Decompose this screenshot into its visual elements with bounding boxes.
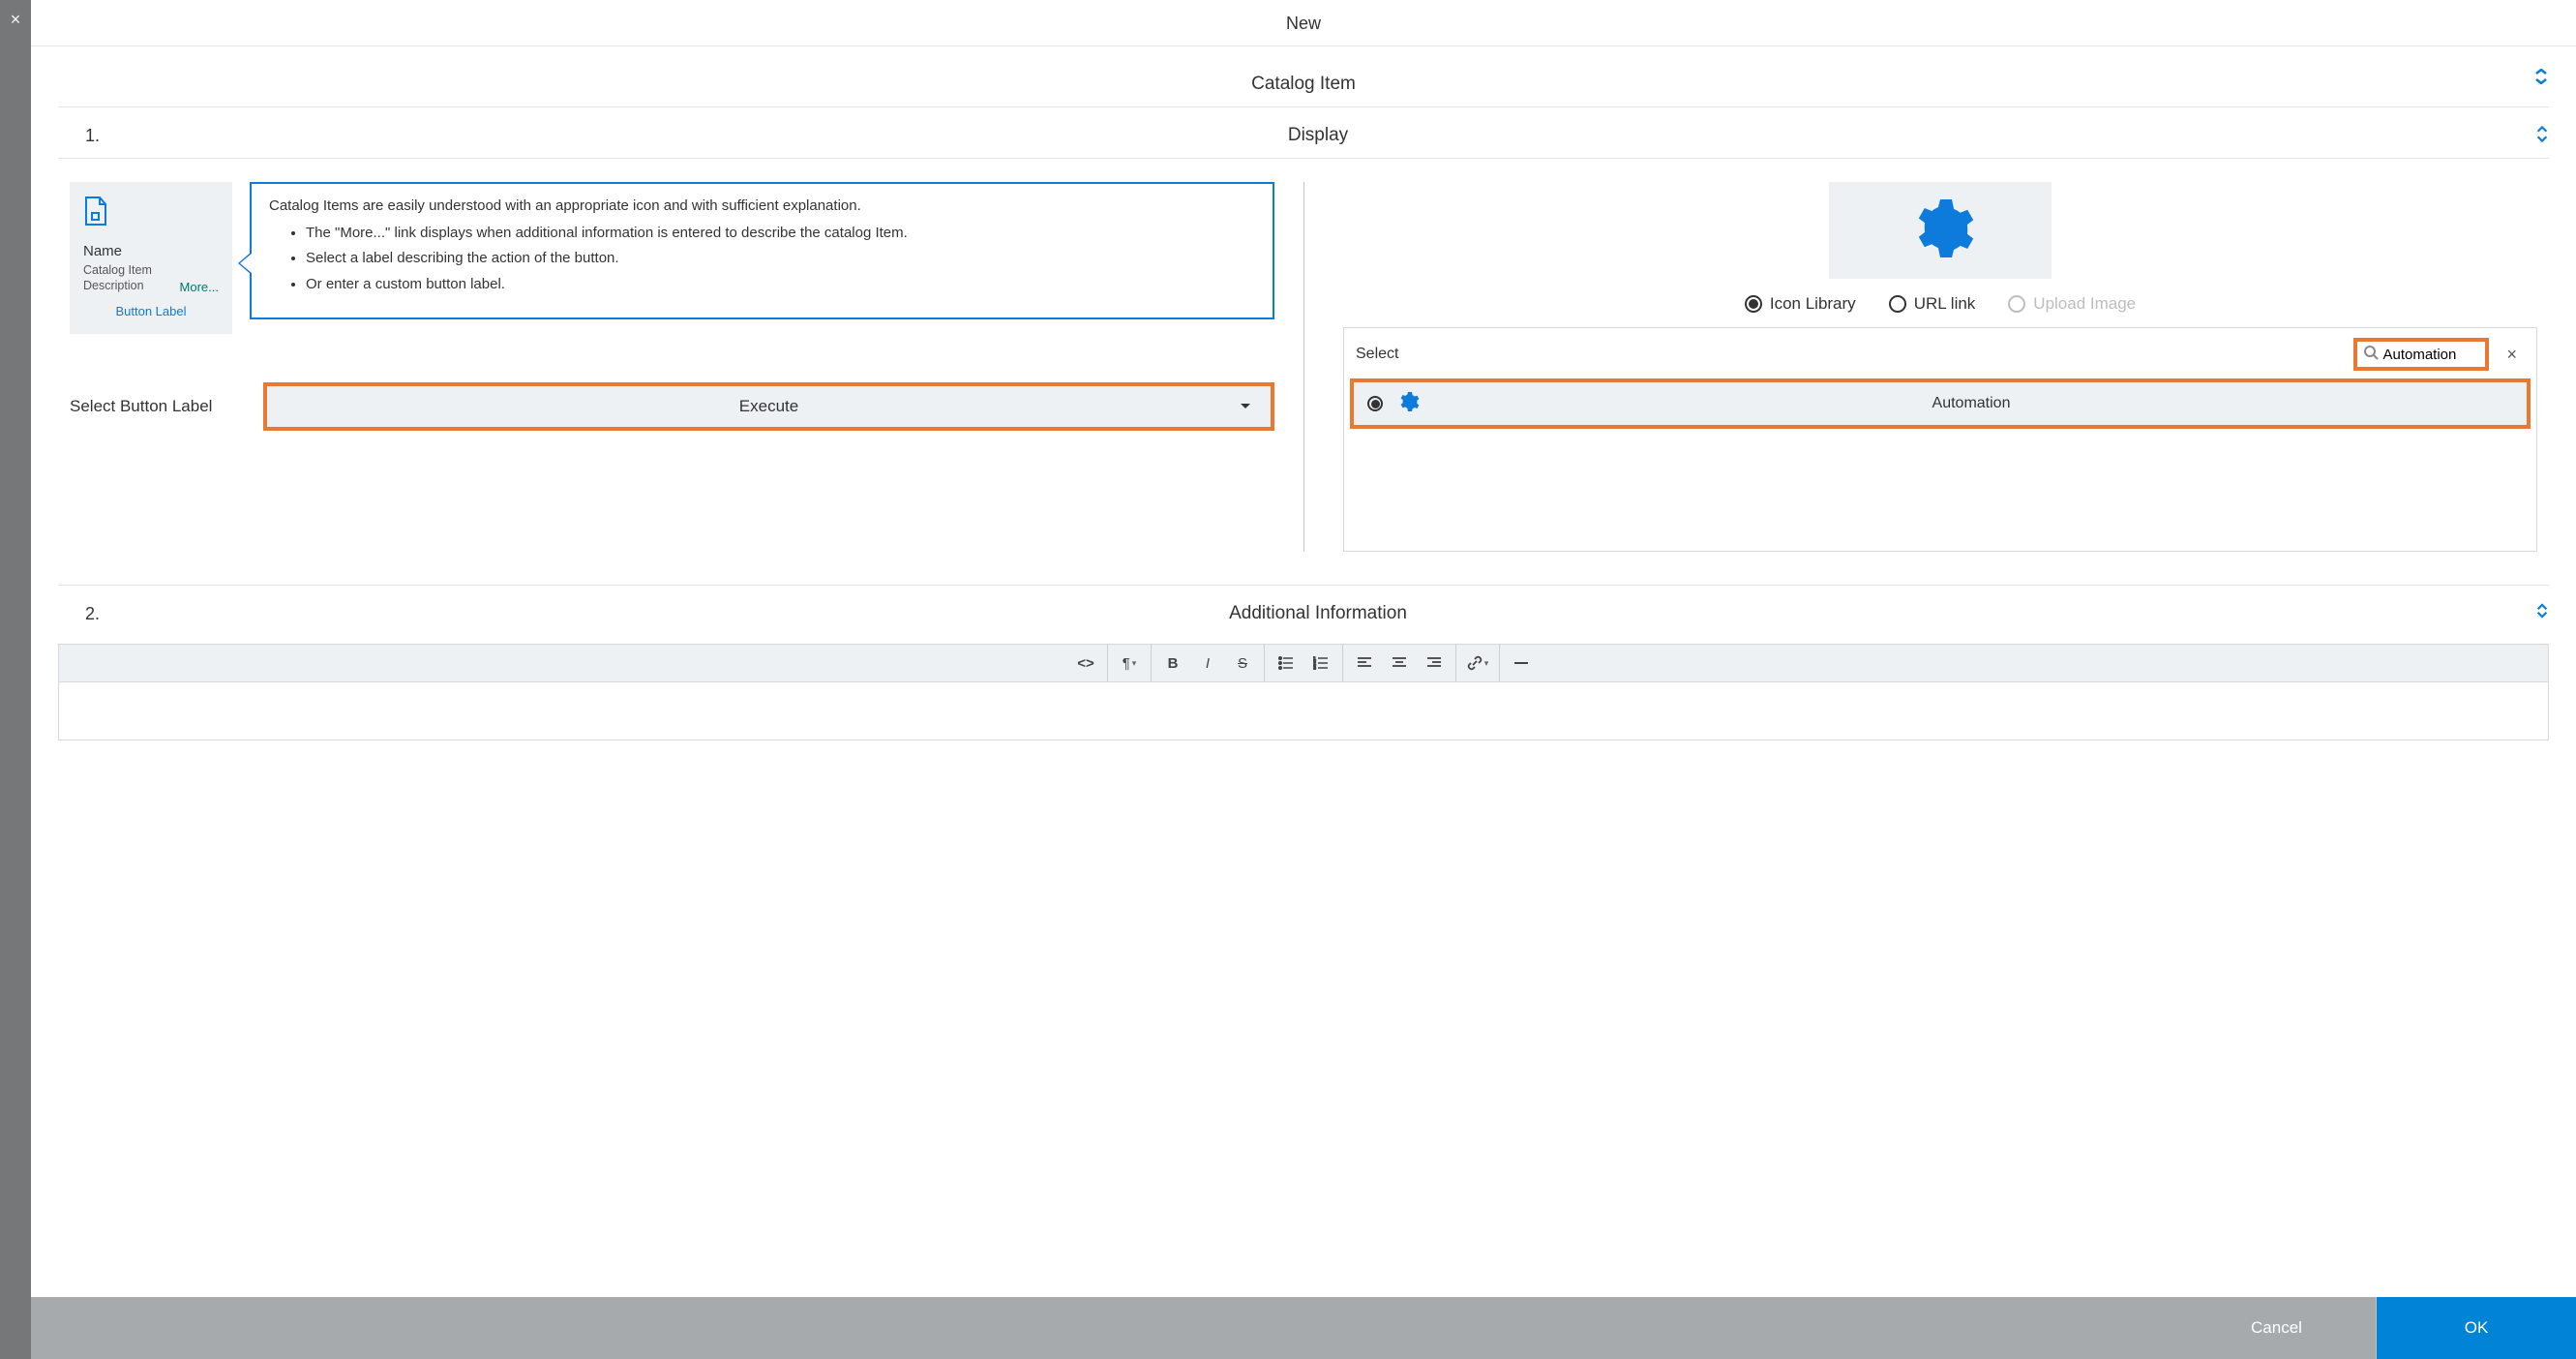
dialog-title: New [31, 0, 2576, 46]
sidebar-strip: × [0, 0, 31, 1359]
callout-bullet: Select a label describing the action of … [306, 249, 1255, 268]
button-label-field-label: Select Button Label [70, 397, 263, 416]
gear-icon [1396, 390, 1420, 418]
radio-label: Icon Library [1770, 294, 1856, 314]
align-right-button[interactable] [1417, 645, 1452, 681]
radio-label: URL link [1914, 294, 1976, 314]
radio-icon [1889, 295, 1906, 313]
section-title: Display [114, 125, 2522, 146]
caret-down-icon [1240, 398, 1251, 415]
collapse-icon[interactable] [2535, 604, 2549, 619]
preview-description: Catalog Item Description [83, 262, 180, 294]
callout-intro: Catalog Items are easily understood with… [269, 197, 1255, 214]
rte-toolbar: <> ¶▾ B I S 123 [58, 644, 2549, 682]
align-left-button[interactable] [1347, 645, 1382, 681]
catalog-item-heading: Catalog Item [58, 46, 2549, 107]
ok-button[interactable]: OK [2377, 1297, 2576, 1359]
radio-label: Upload Image [2033, 294, 2136, 314]
button-label-dropdown[interactable]: Execute [263, 382, 1274, 431]
catalog-preview-card: Name Catalog Item Description More... Bu… [70, 182, 232, 334]
strikethrough-button[interactable]: S [1225, 645, 1260, 681]
preview-button-label: Button Label [83, 304, 219, 318]
link-button[interactable]: ▾ [1460, 645, 1495, 681]
icon-result-row[interactable]: Automation [1350, 378, 2531, 429]
bold-button[interactable]: B [1155, 645, 1190, 681]
radio-icon [1745, 295, 1762, 313]
radio-icon [1367, 396, 1383, 411]
dropdown-value: Execute [739, 397, 798, 416]
section-number: 2. [85, 604, 114, 624]
icon-preview [1829, 182, 2052, 279]
section-display-header: 1. Display [58, 107, 2549, 159]
numbered-list-button[interactable]: 123 [1303, 645, 1338, 681]
radio-url-link[interactable]: URL link [1889, 294, 1976, 314]
callout-bullet: The "More..." link displays when additio… [306, 224, 1255, 243]
source-code-button[interactable]: <> [1068, 645, 1103, 681]
radio-icon-library[interactable]: Icon Library [1745, 294, 1856, 314]
svg-text:3: 3 [1313, 666, 1316, 670]
icon-search-wrap [2353, 338, 2489, 371]
more-link[interactable]: More... [180, 280, 219, 294]
preview-name-label: Name [83, 243, 219, 259]
clear-search-icon[interactable]: × [2499, 345, 2525, 365]
search-icon [2363, 345, 2379, 365]
catalog-item-label: Catalog Item [1251, 74, 1356, 95]
gear-icon [1905, 194, 1975, 268]
radio-upload-image: Upload Image [2008, 294, 2136, 314]
horizontal-rule-button[interactable] [1504, 645, 1539, 681]
collapse-icon[interactable] [2535, 123, 2549, 142]
cancel-button[interactable]: Cancel [2177, 1297, 2377, 1359]
file-icon [83, 214, 108, 230]
icon-search-input[interactable] [2382, 347, 2479, 363]
select-label: Select [1356, 346, 1398, 363]
collapse-icon[interactable] [2533, 69, 2549, 84]
italic-button[interactable]: I [1190, 645, 1225, 681]
callout-bullet: Or enter a custom button label. [306, 275, 1255, 294]
callout-pointer-icon [238, 252, 252, 275]
icon-result-label: Automation [1429, 395, 2513, 412]
help-callout: Catalog Items are easily understood with… [250, 182, 1274, 319]
dialog-footer: Cancel OK [31, 1297, 2576, 1359]
rte-editor-area[interactable] [58, 682, 2549, 740]
radio-icon [2008, 295, 2025, 313]
align-center-button[interactable] [1382, 645, 1417, 681]
icon-select-panel: Select × [1343, 327, 2537, 552]
paragraph-format-button[interactable]: ¶▾ [1112, 645, 1147, 681]
section-additional-header: 2. Additional Information [58, 585, 2549, 636]
bullet-list-button[interactable] [1269, 645, 1303, 681]
section-number: 1. [85, 126, 114, 146]
section-title: Additional Information [114, 603, 2522, 624]
close-icon[interactable]: × [11, 10, 21, 30]
